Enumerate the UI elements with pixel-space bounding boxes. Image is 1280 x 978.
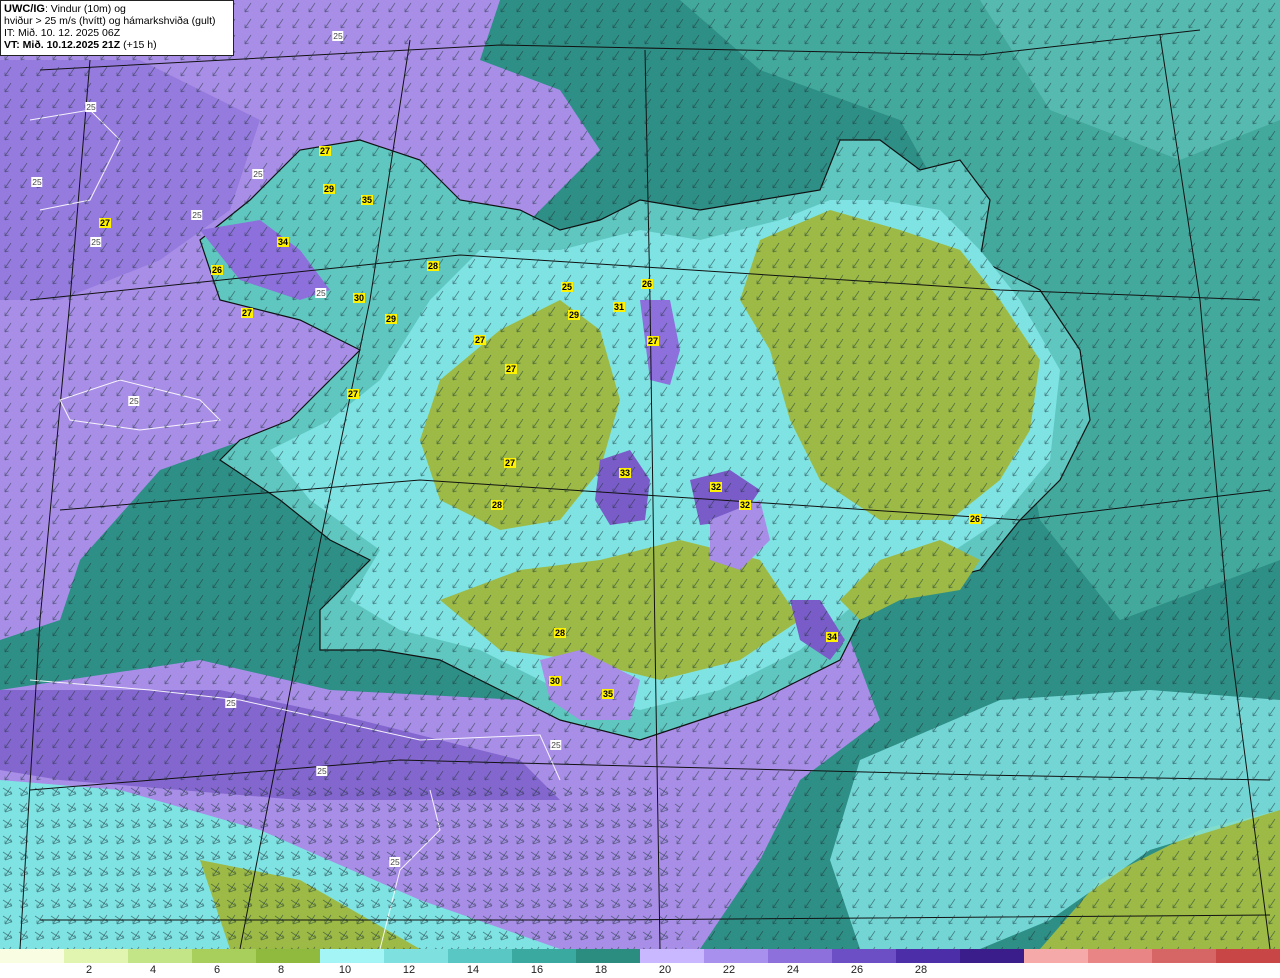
legend-tick-label: 20 (658, 964, 672, 976)
max-gust-label: 35 (601, 689, 615, 699)
max-gust-label: 28 (553, 628, 567, 638)
max-gust-label: 27 (503, 458, 517, 468)
legend-swatch (0, 949, 64, 963)
forecast-hour: (+15 h) (120, 39, 157, 51)
max-gust-label: 27 (346, 389, 360, 399)
legend-tick-label: 4 (149, 964, 157, 976)
legend-swatch (448, 949, 512, 963)
legend-tick-label: 2 (85, 964, 93, 976)
max-gust-label: 25 (560, 282, 574, 292)
max-gust-label: 28 (426, 261, 440, 271)
map-info-box: UWC/IG: Vindur (10m) og hviður > 25 m/s … (0, 0, 234, 56)
legend-swatch (1216, 949, 1280, 963)
wind-map (0, 0, 1280, 949)
gust-contour-label: 25 (389, 857, 401, 867)
max-gust-label: 28 (490, 500, 504, 510)
max-gust-label: 29 (384, 314, 398, 324)
max-gust-label: 27 (240, 308, 254, 318)
valid-time: VT: Mið. 10.12.2025 21Z (4, 39, 121, 51)
legend-tick-label: 28 (914, 964, 928, 976)
gust-contour-label: 25 (332, 31, 344, 41)
gust-contour-label: 25 (315, 288, 327, 298)
legend-tick-label: 24 (786, 964, 800, 976)
max-gust-label: 27 (98, 218, 112, 228)
model-name: UWC/IG (4, 3, 45, 15)
init-time: IT: Mið. 10. 12. 2025 06Z (4, 27, 121, 39)
legend-tick-label: 26 (850, 964, 864, 976)
gust-contour-label: 25 (31, 177, 43, 187)
legend-swatch (1088, 949, 1152, 963)
legend-swatch (1024, 949, 1088, 963)
gust-contour-label: 25 (90, 237, 102, 247)
legend-swatch (128, 949, 192, 963)
legend-tick-label: 12 (402, 964, 416, 976)
legend-tick-label: 18 (594, 964, 608, 976)
legend-swatch (896, 949, 960, 963)
max-gust-label: 33 (618, 468, 632, 478)
max-gust-label: 27 (318, 146, 332, 156)
legend-swatch (832, 949, 896, 963)
color-legend: 2 4 6 8 10 12 14 16 18 20 22 24 26 28 (0, 949, 1280, 978)
legend-tick-label: 6 (213, 964, 221, 976)
max-gust-label: 29 (567, 310, 581, 320)
legend-swatch (192, 949, 256, 963)
legend-swatch (704, 949, 768, 963)
title-line-1: : Vindur (10m) og (44, 3, 126, 15)
max-gust-label: 27 (504, 364, 518, 374)
legend-tick-label: 8 (277, 964, 285, 976)
legend-swatch (64, 949, 128, 963)
gust-contour-label: 25 (550, 740, 562, 750)
legend-swatch (256, 949, 320, 963)
legend-swatch (512, 949, 576, 963)
max-gust-label: 26 (210, 265, 224, 275)
max-gust-label: 26 (968, 514, 982, 524)
legend-tick-label: 10 (338, 964, 352, 976)
max-gust-label: 27 (646, 336, 660, 346)
legend-tick-label: 14 (466, 964, 480, 976)
gust-contour-label: 25 (85, 102, 97, 112)
max-gust-label: 30 (548, 676, 562, 686)
gust-contour-label: 25 (316, 766, 328, 776)
legend-swatch (1152, 949, 1216, 963)
title-line-2: hviður > 25 m/s (hvítt) og hámarkshviða … (4, 15, 216, 27)
wind-arrows-south (0, 780, 680, 949)
max-gust-label: 26 (640, 279, 654, 289)
max-gust-label: 32 (738, 500, 752, 510)
max-gust-label: 30 (352, 293, 366, 303)
legend-swatch (320, 949, 384, 963)
gust-contour-label: 25 (252, 169, 264, 179)
legend-color-bar (0, 949, 1280, 963)
max-gust-label: 34 (825, 632, 839, 642)
legend-swatch (576, 949, 640, 963)
max-gust-label: 31 (612, 302, 626, 312)
gust-contour-label: 25 (225, 698, 237, 708)
legend-tick-label: 16 (530, 964, 544, 976)
max-gust-label: 34 (276, 237, 290, 247)
legend-swatch (640, 949, 704, 963)
max-gust-label: 27 (473, 335, 487, 345)
gust-contour-label: 25 (128, 396, 140, 406)
legend-swatch (960, 949, 1024, 963)
legend-swatch (384, 949, 448, 963)
max-gust-label: 32 (709, 482, 723, 492)
legend-swatch (768, 949, 832, 963)
max-gust-label: 35 (360, 195, 374, 205)
max-gust-label: 29 (322, 184, 336, 194)
gust-contour-label: 25 (191, 210, 203, 220)
legend-tick-label: 22 (722, 964, 736, 976)
